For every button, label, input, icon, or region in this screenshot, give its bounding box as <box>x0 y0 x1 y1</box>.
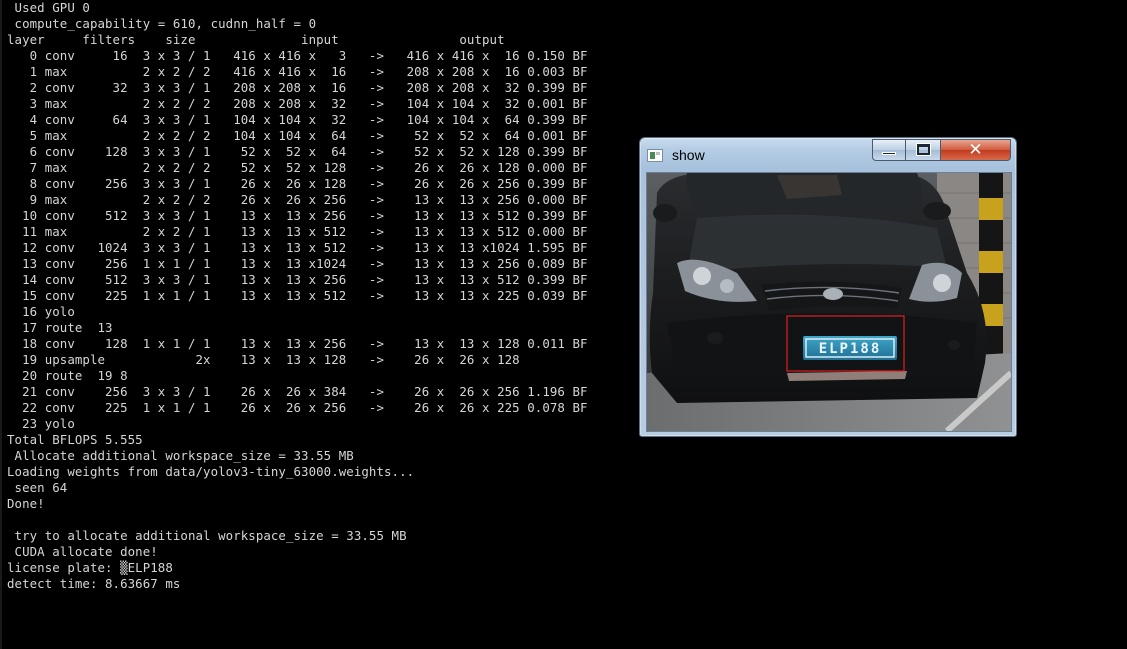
console-line: 23 yolo <box>7 416 75 431</box>
console-line: CUDA allocate done! <box>7 544 158 559</box>
console-line: try to allocate additional workspace_siz… <box>7 528 407 543</box>
console-line: 1 max 2 x 2 / 2 416 x 416 x 16 -> 208 x … <box>7 64 588 79</box>
console-line: license plate: ▒ELP188 <box>7 560 173 575</box>
console-line: 22 conv 225 1 x 1 / 1 26 x 26 x 256 -> 2… <box>7 400 588 415</box>
console-line: 11 max 2 x 2 / 1 13 x 13 x 512 -> 13 x 1… <box>7 224 588 239</box>
console-line: 5 max 2 x 2 / 2 104 x 104 x 64 -> 52 x 5… <box>7 128 588 143</box>
console-line: 15 conv 225 1 x 1 / 1 13 x 13 x 512 -> 1… <box>7 288 588 303</box>
console-line: Loading weights from data/yolov3-tiny_63… <box>7 464 415 479</box>
console-line: 16 yolo <box>7 304 75 319</box>
close-icon: ✕ <box>968 140 983 160</box>
console-line: Total BFLOPS 5.555 <box>7 432 143 447</box>
console-line: 20 route 19 8 <box>7 368 128 383</box>
console-line: detect time: 8.63667 ms <box>7 576 181 591</box>
console-line: seen 64 <box>7 480 68 495</box>
console-left-edge <box>0 0 2 649</box>
maximize-icon <box>916 144 930 155</box>
image-canvas: ELP188 <box>646 172 1012 432</box>
console-line: 19 upsample 2x 13 x 13 x 128 -> 26 x 26 … <box>7 352 520 367</box>
maximize-button[interactable] <box>906 139 941 161</box>
console-line: 12 conv 1024 3 x 3 / 1 13 x 13 x 512 -> … <box>7 240 588 255</box>
console-line: Done! <box>7 496 45 511</box>
show-window[interactable]: show ✕ ELP188 <box>639 137 1017 437</box>
console-line: 3 max 2 x 2 / 2 208 x 208 x 32 -> 104 x … <box>7 96 588 111</box>
console-line: Used GPU 0 <box>7 0 90 15</box>
console-line: 6 conv 128 3 x 3 / 1 52 x 52 x 64 -> 52 … <box>7 144 588 159</box>
car-photo: ELP188 <box>647 173 1011 431</box>
console-line: 21 conv 256 3 x 3 / 1 26 x 26 x 384 -> 2… <box>7 384 588 399</box>
app-icon <box>647 149 663 162</box>
window-titlebar[interactable]: show ✕ <box>640 138 1016 171</box>
console-line: 0 conv 16 3 x 3 / 1 416 x 416 x 3 -> 416… <box>7 48 588 63</box>
console-line: 10 conv 512 3 x 3 / 1 13 x 13 x 256 -> 1… <box>7 208 588 223</box>
console-line: 13 conv 256 1 x 1 / 1 13 x 13 x1024 -> 1… <box>7 256 588 271</box>
console-line: 9 max 2 x 2 / 2 26 x 26 x 256 -> 13 x 13… <box>7 192 588 207</box>
minimize-icon <box>882 152 896 155</box>
console-line: layer filters size input output <box>7 32 505 47</box>
close-button[interactable]: ✕ <box>941 139 1011 161</box>
console-line: 4 conv 64 3 x 3 / 1 104 x 104 x 32 -> 10… <box>7 112 588 127</box>
console-line: 8 conv 256 3 x 3 / 1 26 x 26 x 128 -> 26… <box>7 176 588 191</box>
plate-text: ELP188 <box>819 341 882 357</box>
console-line: 7 max 2 x 2 / 2 52 x 52 x 128 -> 26 x 26… <box>7 160 588 175</box>
console-line: 18 conv 128 1 x 1 / 1 13 x 13 x 256 -> 1… <box>7 336 588 351</box>
console-line: 17 route 13 <box>7 320 113 335</box>
minimize-button[interactable] <box>872 139 906 161</box>
console-line: compute_capability = 610, cudnn_half = 0 <box>7 16 317 31</box>
console-line: 14 conv 512 3 x 3 / 1 13 x 13 x 256 -> 1… <box>7 272 588 287</box>
console-line: Allocate additional workspace_size = 33.… <box>7 448 354 463</box>
window-title: show <box>672 147 705 163</box>
console-line: 2 conv 32 3 x 3 / 1 208 x 208 x 16 -> 20… <box>7 80 588 95</box>
